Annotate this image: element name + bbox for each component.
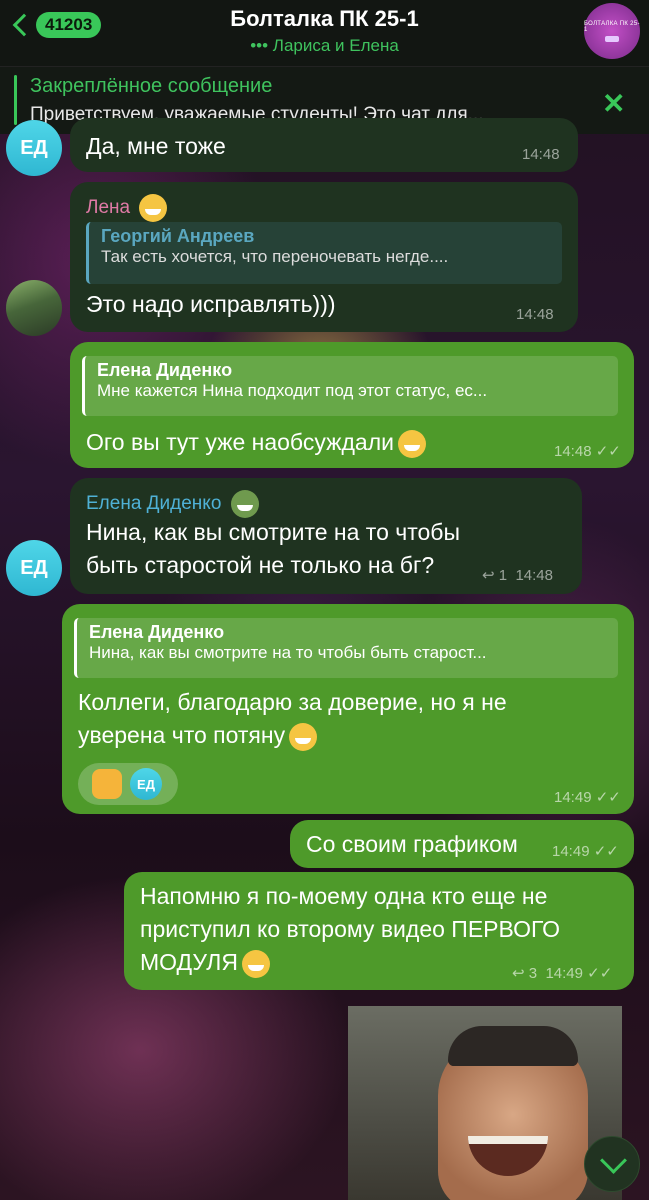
emoji-icon: [139, 194, 168, 222]
message-time: 14:48: [516, 306, 554, 323]
reply-quote[interactable]: Елена Диденко Нина, как вы смотрите на т…: [74, 618, 618, 678]
message-meta: ↩ 1 14:48: [482, 567, 553, 584]
reply-text: Мне кажется Нина подходит под этот стату…: [97, 381, 488, 400]
chat-avatar-label: БОЛТАЛКА ПК 25-1: [584, 20, 640, 33]
chat-avatar-mark: [605, 35, 619, 42]
laugh-emoji-icon: [289, 722, 318, 751]
message-text: Да, мне тоже: [86, 133, 226, 159]
reply-author: Елена Диденко: [89, 622, 225, 642]
message-text: Это надо исправлять))): [86, 291, 336, 317]
avatar[interactable]: ЕД: [6, 120, 62, 176]
photo-message[interactable]: [348, 1006, 622, 1200]
chat-avatar[interactable]: БОЛТАЛКА ПК 25-1: [584, 3, 640, 59]
message-bubble[interactable]: Елена Диденко Мне кажется Нина подходит …: [70, 342, 634, 468]
message-time: 14:49 ✓✓: [552, 843, 619, 860]
message-time: 14:48 ✓✓: [554, 443, 621, 460]
reply-author: Елена Диденко: [97, 360, 233, 380]
avatar[interactable]: [6, 280, 62, 336]
message-text: Со своим графиком: [306, 831, 518, 857]
message-bubble[interactable]: Лена Георгий Андреев Так есть хочется, ч…: [70, 182, 578, 332]
message-text: Нина, как вы смотрите на то чтобы быть с…: [86, 519, 461, 578]
photo-hair: [448, 1026, 578, 1066]
typing-status: ••• Лариса и Елена: [250, 36, 399, 55]
grin-emoji-icon: [397, 429, 426, 458]
avatar[interactable]: ЕД: [6, 540, 62, 596]
reply-quote[interactable]: Георгий Андреев Так есть хочется, что пе…: [86, 222, 562, 284]
message-text: Ого вы тут уже наобсуждали: [86, 426, 426, 459]
reply-author: Георгий Андреев: [101, 226, 255, 246]
reply-icon: ↩: [482, 567, 495, 584]
message-text: Напомню я по-моему одна кто еще не прист…: [140, 880, 560, 979]
message-bubble[interactable]: Напомню я по-моему одна кто еще не прист…: [124, 872, 634, 990]
scroll-down-button[interactable]: [584, 1136, 640, 1192]
reply-text: Так есть хочется, что переночевать негде…: [101, 247, 449, 266]
message-meta: ↩ 3 14:49 ✓✓: [512, 965, 613, 982]
message-time: 14:48: [522, 146, 560, 163]
reaction-avatar: ЕД: [130, 768, 162, 800]
message-time: 14:49 ✓✓: [554, 789, 621, 806]
reply-quote[interactable]: Елена Диденко Мне кажется Нина подходит …: [82, 356, 618, 416]
laugh-emoji-icon: [241, 949, 270, 978]
message-bubble[interactable]: Елена Диденко Нина, как вы смотрите на т…: [70, 478, 582, 594]
reply-text: Нина, как вы смотрите на то чтобы быть с…: [89, 643, 487, 662]
thumbs-up-icon: [92, 769, 122, 799]
pinned-indicator: [14, 75, 17, 125]
reaction-chip[interactable]: ЕД: [78, 763, 178, 805]
pinned-title: Закреплённое сообщение: [30, 75, 273, 97]
reply-icon: ↩: [512, 965, 525, 982]
message-author: Лена: [86, 194, 168, 222]
message-bubble[interactable]: Да, мне тоже 14:48: [70, 118, 578, 172]
chat-title[interactable]: Болталка ПК 25-1: [0, 6, 649, 32]
close-icon[interactable]: ✕: [602, 87, 625, 120]
chat-header: 41203 Болталка ПК 25-1 ••• Лариса и Елен…: [0, 0, 649, 66]
message-author: Елена Диденко: [86, 490, 259, 518]
emoji-icon: [230, 490, 259, 518]
message-bubble[interactable]: Со своим графиком 14:49 ✓✓: [290, 820, 634, 868]
message-text: Коллеги, благодарю за доверие, но я не у…: [78, 686, 507, 752]
